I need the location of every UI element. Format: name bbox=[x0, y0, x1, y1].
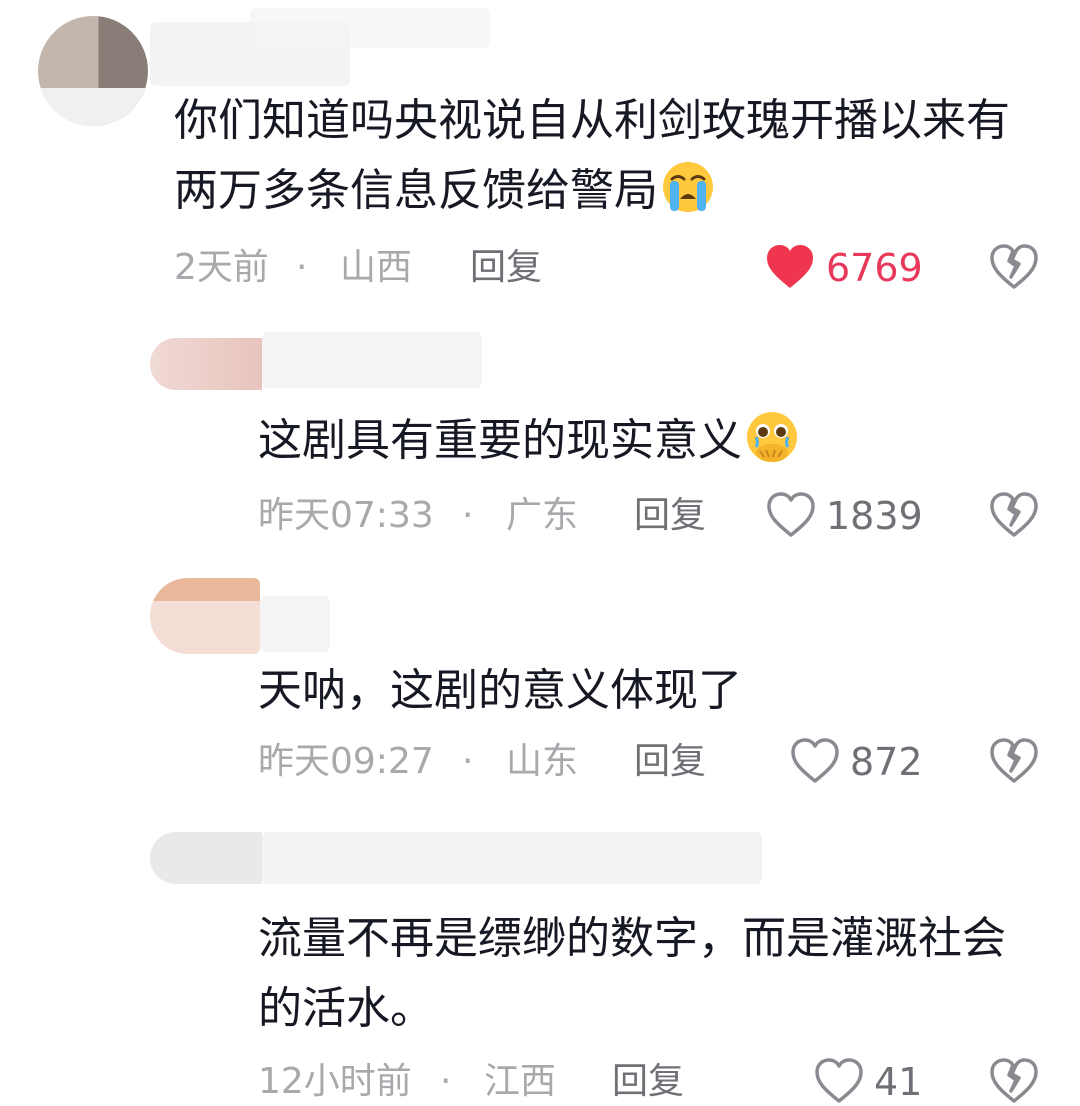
comment-text-line: 流量不再是缥缈的数字，而是灌溉社会 bbox=[258, 913, 1006, 964]
comment-time: 2天前 bbox=[174, 247, 269, 288]
username-blurred[interactable] bbox=[262, 332, 482, 388]
heart-icon[interactable] bbox=[765, 244, 815, 290]
comment-location: 江西 bbox=[484, 1061, 557, 1102]
comment-location: 山东 bbox=[506, 741, 579, 782]
meta-separator: · bbox=[440, 1061, 452, 1102]
heart-icon[interactable] bbox=[814, 1058, 864, 1104]
broken-heart-icon[interactable] bbox=[990, 1058, 1038, 1104]
loudly-crying-face-icon bbox=[663, 162, 713, 212]
comment-text: 你们知道吗央视说自从利剑玫瑰开播以来有 两万多条信息反馈给警局 bbox=[174, 86, 1010, 226]
comment-text: 这剧具有重要的现实意义 bbox=[258, 406, 800, 476]
avatar[interactable] bbox=[38, 16, 148, 126]
reply-button[interactable]: 回复 bbox=[612, 1060, 684, 1104]
comment-time: 昨天07:33 bbox=[258, 495, 434, 536]
comment-text: 天呐，这剧的意义体现了 bbox=[258, 656, 742, 726]
comment-text: 流量不再是缥缈的数字，而是灌溉社会 的活水。 bbox=[258, 904, 1006, 1044]
meta-separator: · bbox=[462, 741, 474, 782]
heart-icon[interactable] bbox=[790, 738, 840, 784]
comment-text-line: 的活水。 bbox=[258, 983, 434, 1034]
meta-separator: · bbox=[296, 247, 308, 288]
broken-heart-icon[interactable] bbox=[990, 492, 1038, 538]
face-holding-back-tears-icon bbox=[747, 412, 797, 462]
comment-text-line: 天呐，这剧的意义体现了 bbox=[258, 665, 742, 716]
reply-button[interactable]: 回复 bbox=[634, 494, 706, 538]
avatar[interactable] bbox=[150, 338, 262, 390]
username-blurred-2 bbox=[250, 8, 490, 48]
username-blurred[interactable] bbox=[262, 832, 762, 884]
comment-time: 12小时前 bbox=[258, 1061, 412, 1102]
comment-location: 广东 bbox=[506, 495, 579, 536]
broken-heart-icon[interactable] bbox=[990, 244, 1038, 290]
avatar[interactable] bbox=[150, 578, 260, 654]
comment-text-line: 这剧具有重要的现实意义 bbox=[258, 406, 800, 476]
broken-heart-icon[interactable] bbox=[990, 738, 1038, 784]
like-count: 872 bbox=[850, 740, 923, 784]
username-blurred[interactable] bbox=[260, 596, 330, 652]
like-count: 6769 bbox=[826, 246, 923, 290]
reply-button[interactable]: 回复 bbox=[470, 246, 542, 290]
reply-button[interactable]: 回复 bbox=[634, 740, 706, 784]
comment-text-line: 你们知道吗央视说自从利剑玫瑰开播以来有 bbox=[174, 95, 1010, 146]
comment-location: 山西 bbox=[340, 247, 413, 288]
meta-separator: · bbox=[462, 495, 474, 536]
like-count: 41 bbox=[874, 1060, 923, 1104]
comment-text-line: 两万多条信息反馈给警局 bbox=[174, 156, 1010, 226]
avatar[interactable] bbox=[150, 832, 262, 884]
heart-icon[interactable] bbox=[766, 492, 816, 538]
like-count: 1839 bbox=[826, 494, 923, 538]
comment-time: 昨天09:27 bbox=[258, 741, 434, 782]
